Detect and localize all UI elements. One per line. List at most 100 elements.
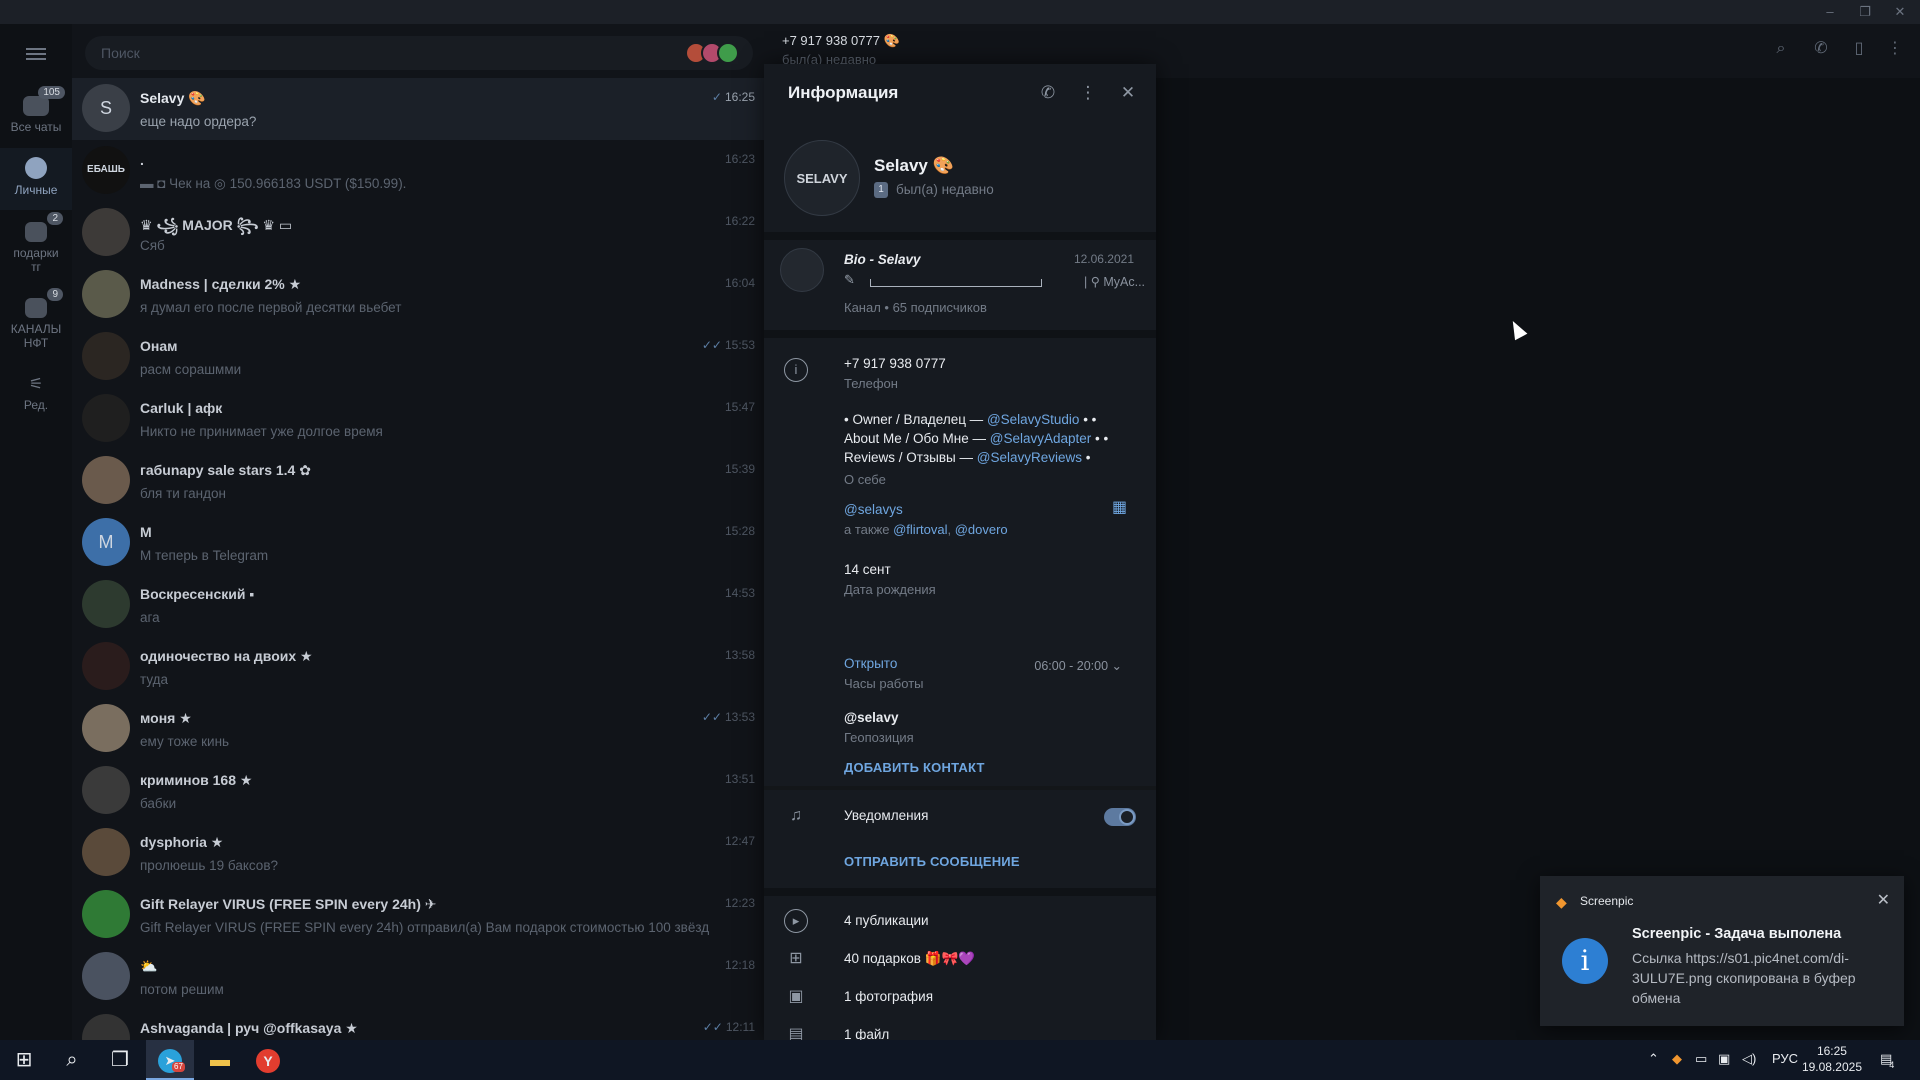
- chat-list-item[interactable]: ♛ ꧁ MAJOR ꧂ ♛ ▭ Сяб 16:22: [72, 202, 764, 264]
- chat-list-item[interactable]: Madness | сделки 2% ★ я думал его после п…: [72, 264, 764, 326]
- close-icon[interactable]: ✕: [1116, 81, 1140, 105]
- search-icon[interactable]: ⌕: [1770, 38, 1792, 60]
- photo-icon: ▣: [788, 988, 804, 1005]
- hours-status[interactable]: Открыто: [844, 656, 897, 671]
- chat-last-message: туда: [140, 672, 169, 687]
- media-photos[interactable]: ▣ 1 фотография: [764, 978, 1156, 1016]
- screenpic-notification[interactable]: ◆ Screenpic ✕ i Screenpic - Задача выпол…: [1540, 876, 1904, 1026]
- chat-list-item[interactable]: моня ★ ему тоже кинь ✓✓ 13:53: [72, 698, 764, 760]
- network-icon[interactable]: ▣: [1718, 1051, 1730, 1067]
- file-explorer-icon[interactable]: ▬: [196, 1040, 244, 1080]
- chat-list-item[interactable]: Онам расм сорашмми ✓✓ 15:53: [72, 326, 764, 388]
- tray-chevron-icon[interactable]: ⌃: [1648, 1051, 1659, 1067]
- chat-list-item[interactable]: Gift Relayer VIRUS (FREE SPIN every 24h)…: [72, 884, 764, 946]
- chat-list-item[interactable]: Ashvaganda | руч @offkasaya ★ ✓✓ 12:11: [72, 1008, 764, 1040]
- search-input[interactable]: Поиск: [85, 36, 753, 70]
- folder-personal[interactable]: Личные: [0, 148, 72, 210]
- chat-header-name[interactable]: +7 917 938 0777 🎨: [782, 33, 900, 49]
- username-link[interactable]: @dovero: [955, 522, 1008, 537]
- task-view-icon[interactable]: ❐: [96, 1040, 144, 1080]
- phone-value[interactable]: +7 917 938 0777: [844, 356, 946, 371]
- add-contact-button[interactable]: ДОБАВИТЬ КОНТАКТ: [844, 760, 985, 775]
- maximize-button[interactable]: ❐: [1850, 3, 1880, 21]
- chat-time: 15:28: [724, 524, 755, 538]
- minimize-button[interactable]: –: [1815, 3, 1845, 21]
- chat-time-row: 15:28: [722, 524, 755, 538]
- chat-time-row: ✓ 16:25: [712, 90, 755, 104]
- folder-all-chats[interactable]: 105 Все чаты: [0, 86, 72, 148]
- chat-time: 15:53: [724, 338, 755, 352]
- channel-avatar: [780, 248, 824, 292]
- chat-list-item[interactable]: ⛅ потом решим 12:18: [72, 946, 764, 1008]
- chat-name: M: [140, 524, 152, 540]
- chat-name: моня ★: [140, 710, 192, 726]
- qr-code-icon[interactable]: ▦: [1112, 497, 1127, 517]
- bio-link[interactable]: @SelavyReviews: [977, 450, 1082, 465]
- bio-link[interactable]: @SelavyStudio: [987, 412, 1080, 427]
- media-gifts[interactable]: ⊞ 40 подарков 🎁🎀💜: [764, 940, 1156, 978]
- more-vertical-icon[interactable]: ⋮: [1076, 81, 1100, 105]
- story-avatar: [717, 42, 739, 64]
- chat-list-item[interactable]: MM M теперь в Telegram 15:28: [72, 512, 764, 574]
- username-link[interactable]: @flirtoval: [893, 522, 947, 537]
- read-check-icon: ✓✓: [702, 1020, 723, 1034]
- chat-name: криминов 168 ★: [140, 772, 253, 788]
- folder-gifts[interactable]: 2 подарки тг: [0, 212, 72, 284]
- volume-icon[interactable]: ◁): [1742, 1051, 1756, 1067]
- taskbar-clock[interactable]: 16:25 19.08.2025: [1802, 1043, 1862, 1075]
- chat-avatar: M: [82, 518, 130, 566]
- clock-date: 19.08.2025: [1801, 1060, 1862, 1074]
- chat-list-item[interactable]: S Selavy 🎨 еще надо ордера? ✓ 16:25: [72, 78, 764, 140]
- chat-list-item[interactable]: Carluk | афк Никто не принимает уже долго…: [72, 388, 764, 450]
- bell-icon: ♫: [790, 807, 802, 824]
- toast-title: Screenpic - Задача выполена: [1632, 926, 1842, 942]
- screenpic-tray-icon[interactable]: ◆: [1672, 1051, 1682, 1067]
- chat-list-item[interactable]: Воскресенский ▪ ага 14:53: [72, 574, 764, 636]
- telegram-taskbar-icon[interactable]: ➤ 67: [146, 1040, 194, 1080]
- media-label: 1 фотография: [844, 989, 934, 1004]
- language-indicator[interactable]: РУС: [1772, 1051, 1798, 1066]
- read-check-icon: ✓✓: [701, 338, 722, 352]
- stories-avatars[interactable]: [685, 42, 739, 69]
- chat-list-item[interactable]: габunapy sale stars 1.4 ✿ бля ти гандон 15…: [72, 450, 764, 512]
- folder-edit[interactable]: ⚟ Ред.: [0, 370, 72, 420]
- chat-name: .: [140, 152, 144, 168]
- geo-value[interactable]: @selavy: [844, 710, 898, 725]
- folder-icon: 2: [25, 212, 63, 242]
- clock-time: 16:25: [1816, 1044, 1847, 1058]
- send-message-button[interactable]: ОТПРАВИТЬ СООБЩЕНИЕ: [844, 854, 1020, 869]
- yandex-browser-icon[interactable]: Y: [244, 1040, 292, 1080]
- search-icon[interactable]: ⌕: [48, 1040, 96, 1080]
- chat-list-item[interactable]: dysphoria ★ пролюешь 19 баксов? 12:47: [72, 822, 764, 884]
- folder-label: КАНАЛЫ НФТ: [10, 322, 62, 350]
- chat-list-item[interactable]: криминов 168 ★ бабки 13:51: [72, 760, 764, 822]
- username-value[interactable]: @selavys: [844, 502, 903, 517]
- hours-label: Часы работы: [844, 676, 924, 691]
- notifications-toggle[interactable]: [1104, 808, 1136, 826]
- bio-link[interactable]: @SelavyAdapter: [990, 431, 1092, 446]
- more-vertical-icon[interactable]: ⋮: [1884, 38, 1906, 60]
- chat-name: Gift Relayer VIRUS (FREE SPIN every 24h)…: [140, 896, 437, 912]
- meet-now-icon[interactable]: ▭: [1695, 1051, 1707, 1067]
- hours-range[interactable]: 06:00 - 20:00 ⌄: [1034, 658, 1122, 673]
- chat-time-row: 15:47: [722, 400, 755, 414]
- media-files[interactable]: ▤ 1 файл: [764, 1016, 1156, 1040]
- profile-avatar[interactable]: SELAVY: [784, 140, 860, 216]
- action-center-icon[interactable]: ▤4: [1880, 1051, 1897, 1070]
- info-title: Информация: [788, 83, 899, 102]
- chat-time-row: 14:53: [722, 586, 755, 600]
- chat-list-item[interactable]: ЕБАШЬ. ▬ ◘ Чек на ◎ 150.966183 USDT ($150…: [72, 140, 764, 202]
- chat-list-item[interactable]: одиночество на двоих ★ туда 13:58: [72, 636, 764, 698]
- close-window-button[interactable]: ✕: [1885, 3, 1915, 21]
- menu-button[interactable]: [0, 40, 72, 76]
- folder-nft-channels[interactable]: 9 КАНАЛЫ НФТ: [0, 288, 72, 360]
- username-also: а также @flirtoval, @dovero: [844, 522, 1008, 537]
- close-icon[interactable]: ✕: [1877, 890, 1890, 910]
- folder-badge: 2: [47, 212, 63, 225]
- windows-start-icon[interactable]: ⊞: [0, 1040, 48, 1080]
- phone-icon[interactable]: ✆: [1036, 81, 1060, 105]
- phone-icon[interactable]: ✆: [1810, 38, 1832, 60]
- media-publications[interactable]: ▸ 4 публикации: [764, 902, 1156, 940]
- sidebar-toggle-icon[interactable]: ▯: [1848, 38, 1870, 60]
- windows-taskbar: ⊞ ⌕ ❐ ➤ 67 ▬ Y ⌃ ◆ ▭ ▣ ◁) РУС 16:25 19.0…: [0, 1040, 1920, 1080]
